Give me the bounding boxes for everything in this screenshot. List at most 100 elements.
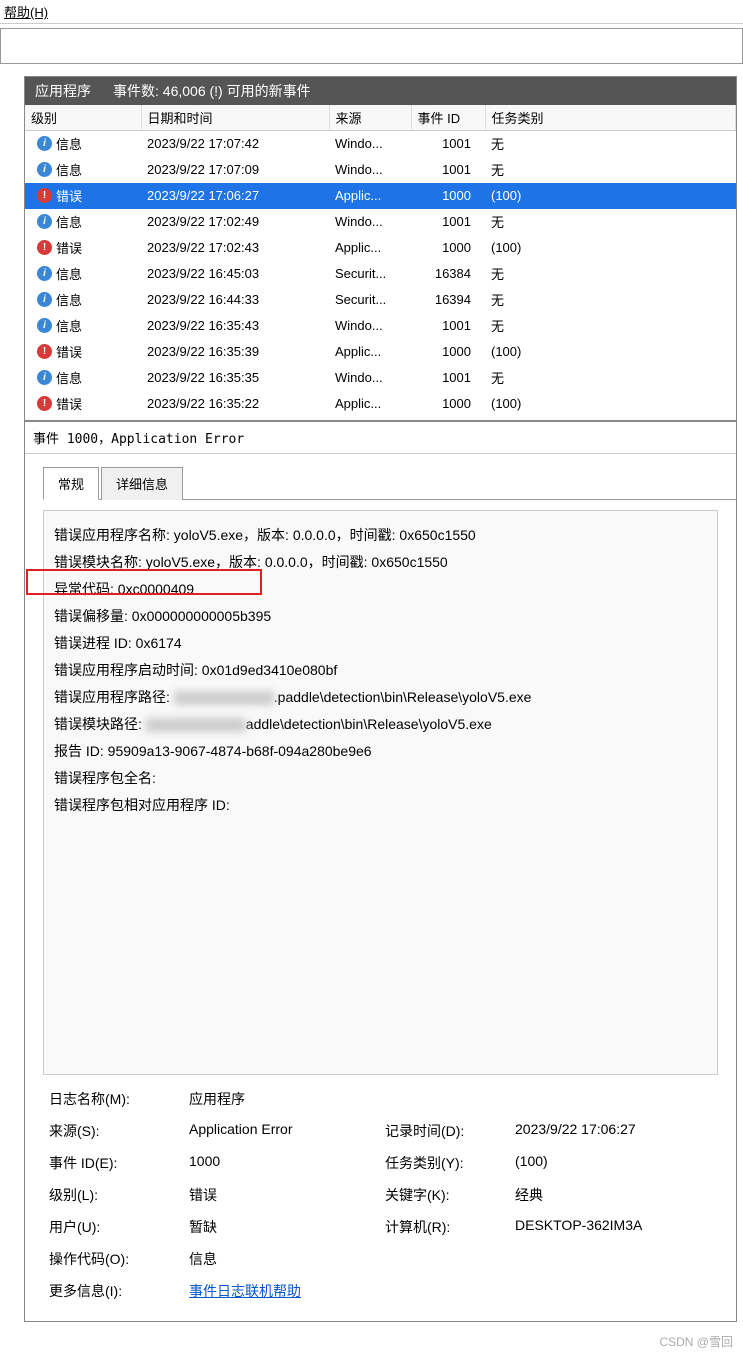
- col-header-category[interactable]: 任务类别: [485, 105, 736, 131]
- row-datetime: 2023/9/22 17:02:43: [141, 235, 329, 261]
- highlight-box: [26, 569, 262, 595]
- detail-line-pkg-appid: 错误程序包相对应用程序 ID:: [54, 795, 707, 816]
- info-icon: [37, 136, 52, 151]
- val-computer: DESKTOP-362IM3A: [515, 1217, 712, 1237]
- row-source: Applic...: [329, 235, 411, 261]
- lbl-keywords: 关键字(K):: [385, 1185, 515, 1205]
- table-row[interactable]: 信息2023/9/22 16:44:33Securit...16394无: [25, 287, 736, 313]
- row-level-text: 信息: [56, 134, 82, 153]
- row-event-id: 1001: [411, 365, 485, 391]
- row-datetime: 2023/9/22 17:07:09: [141, 157, 329, 183]
- row-category: 无: [485, 131, 736, 157]
- row-category: 无: [485, 157, 736, 183]
- col-header-event-id[interactable]: 事件 ID: [411, 105, 485, 131]
- row-datetime: 2023/9/22 16:44:33: [141, 287, 329, 313]
- tab-details[interactable]: 详细信息: [101, 467, 183, 500]
- lbl-category: 任务类别(Y):: [385, 1153, 515, 1173]
- redacted-path: xxxxxxxxxx: [174, 691, 274, 705]
- row-source: Applic...: [329, 183, 411, 209]
- event-table: 级别 日期和时间 来源 事件 ID 任务类别 信息2023/9/22 17:07…: [25, 105, 736, 417]
- row-event-id: 1001: [411, 313, 485, 339]
- event-table-container: 级别 日期和时间 来源 事件 ID 任务类别 信息2023/9/22 17:07…: [25, 105, 736, 422]
- table-row[interactable]: 错误2023/9/22 17:06:27Applic...1000(100): [25, 183, 736, 209]
- window-border-placeholder: [0, 28, 743, 64]
- detail-body: 错误应用程序名称: yoloV5.exe，版本: 0.0.0.0，时间戳: 0x…: [43, 510, 718, 1075]
- tab-general[interactable]: 常规: [43, 467, 99, 500]
- section-title: 应用程序: [35, 81, 91, 101]
- row-level-text: 错误: [56, 238, 82, 257]
- watermark: CSDN @雪回: [659, 1333, 733, 1350]
- info-icon: [37, 370, 52, 385]
- row-level-text: 错误: [56, 394, 82, 413]
- error-icon: [37, 188, 52, 203]
- row-event-id: 1000: [411, 391, 485, 417]
- main-frame: 应用程序 事件数: 46,006 (!) 可用的新事件 级别 日期和时间 来源 …: [24, 76, 737, 1322]
- row-event-id: 1000: [411, 235, 485, 261]
- row-source: Securit...: [329, 287, 411, 313]
- row-event-id: 1001: [411, 131, 485, 157]
- col-header-level[interactable]: 级别: [25, 105, 141, 131]
- table-row[interactable]: 错误2023/9/22 16:35:39Applic...1000(100): [25, 339, 736, 365]
- row-source: Windo...: [329, 131, 411, 157]
- row-category: 无: [485, 313, 736, 339]
- info-icon: [37, 318, 52, 333]
- event-count: 事件数: 46,006 (!) 可用的新事件: [113, 81, 311, 101]
- col-header-source[interactable]: 来源: [329, 105, 411, 131]
- info-icon: [37, 162, 52, 177]
- row-category: 无: [485, 287, 736, 313]
- table-row[interactable]: 信息2023/9/22 16:35:43Windo...1001无: [25, 313, 736, 339]
- lbl-event-id: 事件 ID(E):: [49, 1153, 189, 1173]
- row-source: Windo...: [329, 209, 411, 235]
- info-icon: [37, 266, 52, 281]
- lbl-log-name: 日志名称(M):: [49, 1089, 189, 1109]
- row-category: (100): [485, 235, 736, 261]
- row-datetime: 2023/9/22 16:35:39: [141, 339, 329, 365]
- row-source: Windo...: [329, 157, 411, 183]
- row-level-text: 信息: [56, 290, 82, 309]
- lbl-more-info: 更多信息(I):: [49, 1281, 189, 1301]
- row-event-id: 1000: [411, 339, 485, 365]
- lbl-opcode: 操作代码(O):: [49, 1249, 189, 1269]
- row-level-text: 信息: [56, 212, 82, 231]
- row-event-id: 16384: [411, 261, 485, 287]
- table-row[interactable]: 信息2023/9/22 16:35:35Windo...1001无: [25, 365, 736, 391]
- detail-line-app-name: 错误应用程序名称: yoloV5.exe，版本: 0.0.0.0，时间戳: 0x…: [54, 525, 707, 546]
- val-opcode: 信息: [189, 1249, 385, 1269]
- row-category: 无: [485, 261, 736, 287]
- table-row[interactable]: 错误2023/9/22 16:35:22Applic...1000(100): [25, 391, 736, 417]
- row-datetime: 2023/9/22 17:06:27: [141, 183, 329, 209]
- row-level-text: 错误: [56, 342, 82, 361]
- val-keywords: 经典: [515, 1185, 712, 1205]
- detail-line-offset: 错误偏移量: 0x000000000005b395: [54, 606, 707, 627]
- lbl-user: 用户(U):: [49, 1217, 189, 1237]
- table-row[interactable]: 信息2023/9/22 16:45:03Securit...16384无: [25, 261, 736, 287]
- val-event-id: 1000: [189, 1153, 385, 1173]
- col-header-datetime[interactable]: 日期和时间: [141, 105, 329, 131]
- row-category: (100): [485, 391, 736, 417]
- row-datetime: 2023/9/22 16:35:35: [141, 365, 329, 391]
- lbl-level: 级别(L):: [49, 1185, 189, 1205]
- val-log-name: 应用程序: [189, 1089, 385, 1109]
- help-menu[interactable]: 帮助(H): [4, 5, 48, 20]
- detail-header: 事件 1000，Application Error: [25, 422, 736, 454]
- val-source: Application Error: [189, 1121, 385, 1141]
- error-icon: [37, 240, 52, 255]
- detail-line-start-time: 错误应用程序启动时间: 0x01d9ed3410e080bf: [54, 660, 707, 681]
- val-category: (100): [515, 1153, 712, 1173]
- table-row[interactable]: 信息2023/9/22 17:07:42Windo...1001无: [25, 131, 736, 157]
- table-row[interactable]: 信息2023/9/22 17:07:09Windo...1001无: [25, 157, 736, 183]
- row-datetime: 2023/9/22 16:35:22: [141, 391, 329, 417]
- row-datetime: 2023/9/22 16:35:43: [141, 313, 329, 339]
- table-row[interactable]: 错误 2023/9/22 17:02:43Applic...1000(100): [25, 235, 736, 261]
- row-level-text: 信息: [56, 264, 82, 283]
- event-log-online-help-link[interactable]: 事件日志联机帮助: [189, 1283, 301, 1299]
- info-icon: [37, 214, 52, 229]
- table-row[interactable]: 信息2023/9/22 17:02:49Windo...1001无: [25, 209, 736, 235]
- row-category: (100): [485, 183, 736, 209]
- row-category: 无: [485, 209, 736, 235]
- val-logged: 2023/9/22 17:06:27: [515, 1121, 712, 1141]
- redacted-path: xxxxxxxxxx: [146, 718, 246, 732]
- row-event-id: 1001: [411, 157, 485, 183]
- row-source: Applic...: [329, 339, 411, 365]
- error-icon: [37, 396, 52, 411]
